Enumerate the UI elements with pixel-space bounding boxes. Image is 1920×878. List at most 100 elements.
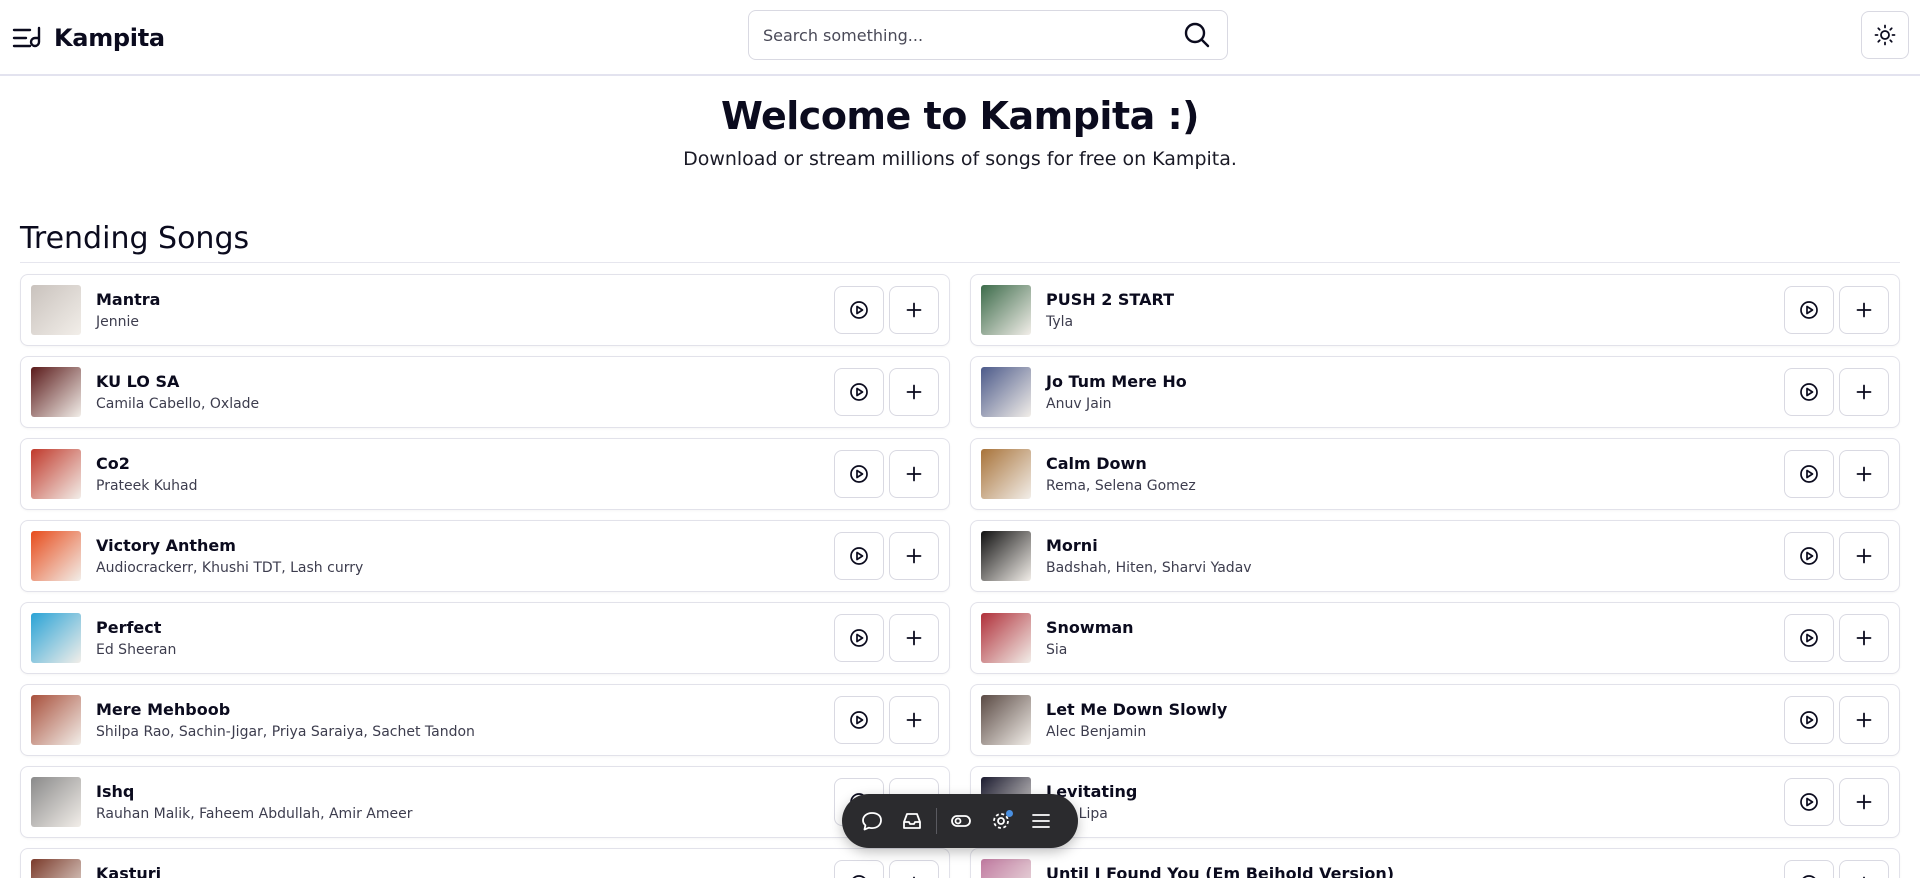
notification-dot [1006,810,1013,817]
play-button[interactable] [834,368,884,416]
play-circle-icon [1800,547,1818,565]
menu-list-button[interactable] [1021,801,1061,841]
song-title: Snowman [1046,618,1134,637]
play-circle-icon [1800,629,1818,647]
add-to-queue-button[interactable] [1839,450,1889,498]
toggle-icon [951,815,971,827]
album-art [981,531,1031,581]
song-artist: Badshah, Hiten, Sharvi Yadav [1046,560,1252,576]
plus-icon [1856,384,1872,400]
play-button[interactable] [834,696,884,744]
play-circle-icon [850,547,868,565]
settings-button[interactable] [981,801,1021,841]
plus-icon [906,712,922,728]
add-to-queue-button[interactable] [1839,614,1889,662]
play-circle-icon [850,711,868,729]
play-button[interactable] [1784,450,1834,498]
sun-icon [1874,24,1896,46]
search-button[interactable] [1181,19,1213,51]
song-card[interactable]: Perfect Ed Sheeran [20,602,950,674]
add-to-queue-button[interactable] [1839,368,1889,416]
song-artist: Alec Benjamin [1046,724,1147,740]
floating-dock [842,794,1078,848]
song-artist: Jennie [96,314,139,330]
add-to-queue-button[interactable] [889,450,939,498]
song-card[interactable]: Morni Badshah, Hiten, Sharvi Yadav [970,520,1900,592]
song-card[interactable]: Mantra Jennie [20,274,950,346]
add-to-queue-button[interactable] [1839,860,1889,878]
play-button[interactable] [1784,860,1834,878]
hero-subtitle: Download or stream millions of songs for… [683,148,1237,170]
song-title: Morni [1046,536,1098,555]
play-circle-icon [1802,875,1816,878]
chat-button[interactable] [852,801,892,841]
plus-icon [906,630,922,646]
play-button[interactable] [1784,286,1834,334]
menu-icon[interactable] [12,25,44,51]
song-title: Ishq [96,782,135,801]
song-card[interactable]: Until I Found You (Em Beihold Version) [970,848,1900,878]
song-title: KU LO SA [96,372,180,391]
song-artist: Tyla [1046,314,1074,330]
trending-title: Trending Songs [20,221,250,256]
search-input[interactable] [763,25,1181,45]
brand-link[interactable]: Kampita [12,20,165,56]
song-card[interactable]: Mere Mehboob Shilpa Rao, Sachin-Jigar, Pr… [20,684,950,756]
song-card[interactable]: PUSH 2 START Tyla [970,274,1900,346]
plus-icon [906,548,922,564]
song-card[interactable]: Victory Anthem Audiocrackerr, Khushi TDT,… [20,520,950,592]
play-button[interactable] [1784,778,1834,826]
song-card[interactable]: Kasturi [20,848,950,878]
add-to-queue-button[interactable] [889,696,939,744]
dock-separator [936,808,937,834]
add-to-queue-button[interactable] [1839,286,1889,334]
album-art [31,285,81,335]
song-artist: Prateek Kuhad [96,478,198,494]
song-card[interactable]: KU LO SA Camila Cabello, Oxlade [20,356,950,428]
top-bar: Kampita [0,0,1920,76]
play-button[interactable] [1784,696,1834,744]
song-title: Victory Anthem [96,536,236,555]
inbox-button[interactable] [892,801,932,841]
song-card[interactable]: LevitatingDua Lipa [970,766,1900,838]
play-button[interactable] [1784,532,1834,580]
song-card[interactable]: Calm Down Rema, Selena Gomez [970,438,1900,510]
album-art [981,285,1031,335]
song-card[interactable]: Co2 Prateek Kuhad [20,438,950,510]
add-to-queue-button[interactable] [889,532,939,580]
play-button[interactable] [1784,368,1834,416]
play-button[interactable] [834,450,884,498]
brand-name: Kampita [54,24,165,52]
album-art [31,531,81,581]
album-art [31,859,81,878]
album-art [31,367,81,417]
add-to-queue-button[interactable] [1839,778,1889,826]
album-art [981,695,1031,745]
song-card[interactable]: Ishq Rauhan Malik, Faheem Abdullah, Amir … [20,766,950,838]
add-to-queue-button[interactable] [889,286,939,334]
play-button[interactable] [834,860,884,878]
song-artist: Sia [1046,642,1068,658]
play-button[interactable] [834,286,884,334]
play-circle-icon [1800,465,1818,483]
add-to-queue-button[interactable] [889,368,939,416]
add-to-queue-button[interactable] [889,614,939,662]
add-to-queue-button[interactable] [1839,696,1889,744]
add-to-queue-button[interactable] [1839,532,1889,580]
plus-icon [1856,466,1872,482]
play-circle-icon [850,301,868,319]
song-card[interactable]: Jo Tum Mere Ho Anuv Jain [970,356,1900,428]
song-card[interactable]: Let Me Down Slowly Alec Benjamin [970,684,1900,756]
play-button[interactable] [834,614,884,662]
play-button[interactable] [834,532,884,580]
song-card[interactable]: Snowman Sia [970,602,1900,674]
theme-toggle-button[interactable] [1861,11,1909,59]
play-circle-icon [850,383,868,401]
toggle-button[interactable] [941,801,981,841]
plus-icon [906,302,922,318]
play-circle-icon [850,465,868,483]
play-button[interactable] [1784,614,1834,662]
add-to-queue-button[interactable] [889,860,939,878]
hero: Welcome to Kampita :) Download or stream… [0,94,1920,170]
song-title: Jo Tum Mere Ho [1046,372,1187,391]
